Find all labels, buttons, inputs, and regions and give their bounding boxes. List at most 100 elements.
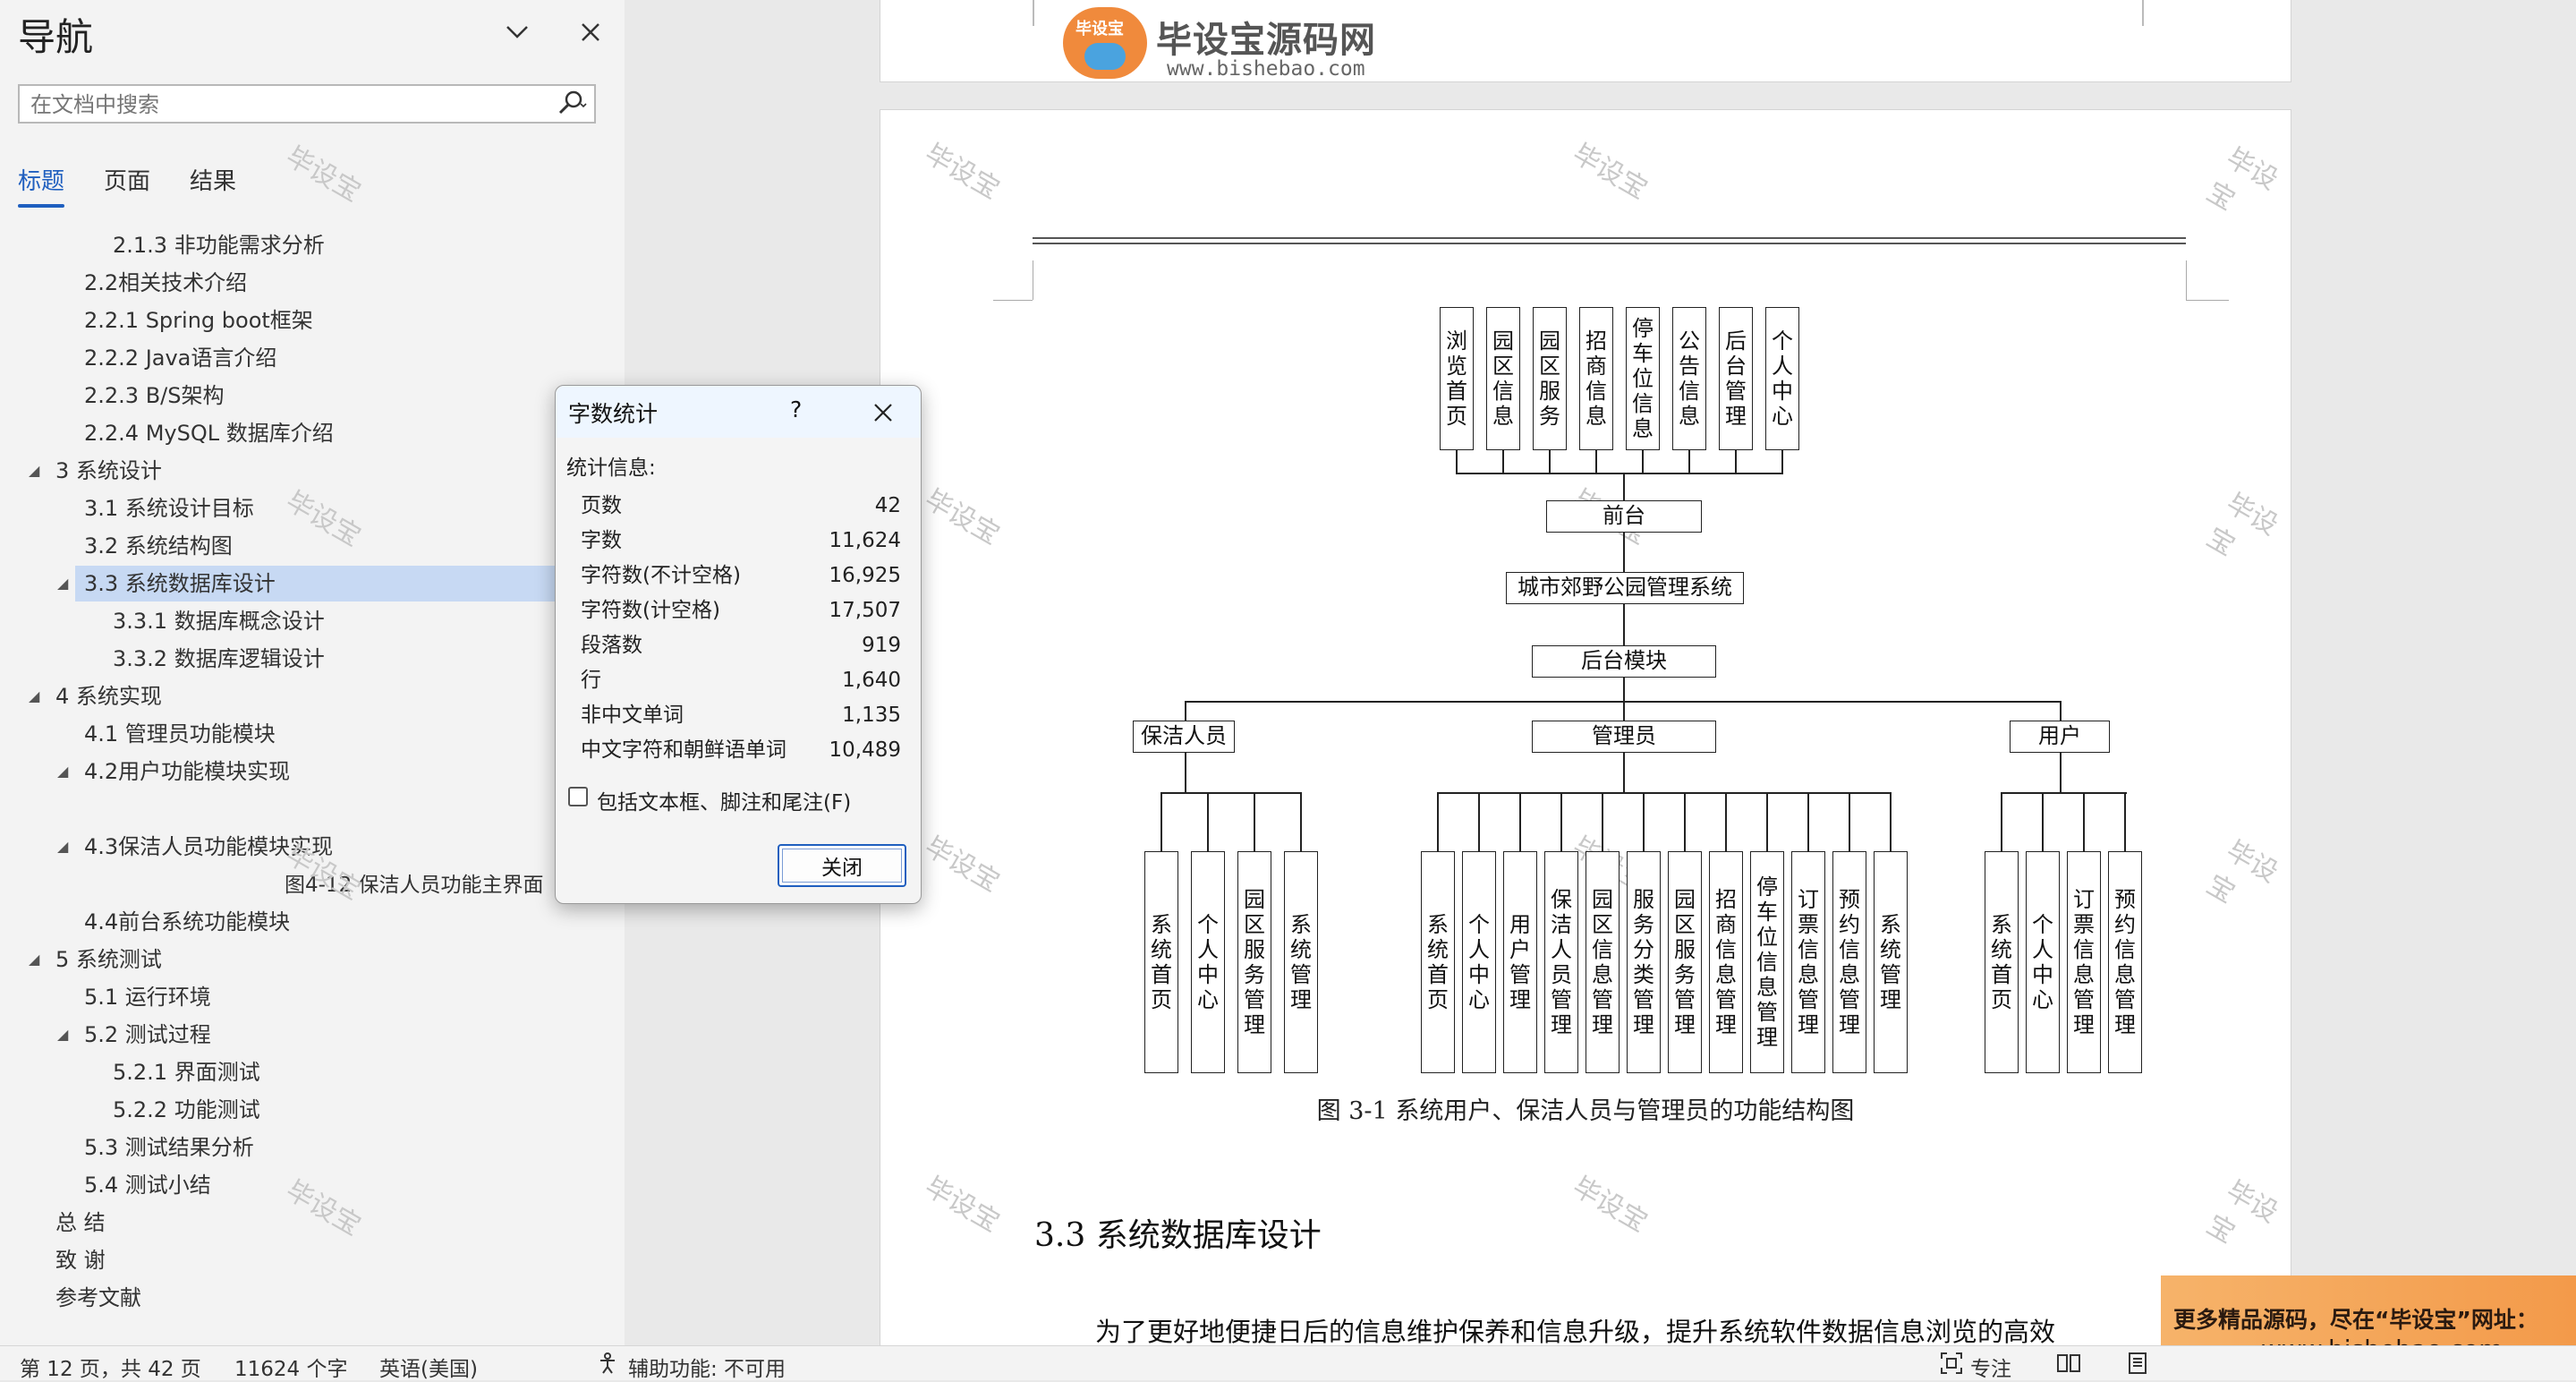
close-button-label: 关闭 (782, 849, 902, 883)
outline-item[interactable]: 2.2相关技术介绍 (84, 265, 247, 301)
page-count[interactable]: 第 12 页，共 42 页 (20, 1352, 201, 1382)
nav-close-icon[interactable] (571, 13, 610, 52)
nav-search-box[interactable] (18, 84, 596, 124)
watermark: 毕设宝 (280, 141, 366, 209)
front-module-box: 个人中心 (1765, 307, 1799, 450)
connector-line (1438, 792, 1891, 794)
outline-item[interactable]: 2.2.3 B/S架构 (84, 378, 224, 414)
word-count[interactable]: 11624 个字 (234, 1352, 347, 1382)
role-box: 保洁人员 (1133, 721, 1235, 753)
outline-item[interactable]: 3.3.2 数据库逻辑设计 (113, 641, 325, 677)
outline-item-label: 4 系统实现 (55, 684, 162, 709)
connector-line (1456, 473, 1783, 474)
read-mode-icon[interactable] (2056, 1352, 2081, 1380)
site-logo: 毕设宝 毕设宝源码网 www.bishebao.com (1063, 7, 1421, 84)
stat-value: 10,489 (829, 738, 901, 762)
outline-item[interactable]: 参考文献 (55, 1280, 141, 1316)
outline-item[interactable]: 2.2.1 Spring boot框架 (84, 303, 313, 338)
outline-item[interactable]: 3 系统设计 (55, 453, 162, 489)
collapse-triangle-icon[interactable]: ◢ (29, 453, 39, 489)
outline-item-label: 2.2.2 Java语言介绍 (84, 346, 277, 371)
accessibility-icon[interactable] (596, 1352, 619, 1380)
stat-value: 919 (862, 634, 901, 657)
connector-line (1623, 678, 1625, 701)
stat-label: 行 (581, 669, 601, 692)
current-page[interactable]: 毕设宝 毕设宝 毕设宝 毕设宝 毕设宝 毕设宝 毕设宝 毕设宝 毕设宝 毕设宝 … (880, 109, 2291, 1345)
section-heading: 3.3 系统数据库设计 (1034, 1217, 1322, 1254)
collapse-triangle-icon[interactable]: ◢ (57, 754, 68, 789)
connector-line (1560, 792, 1562, 851)
word-count-dialog[interactable]: 字数统计 ? 统计信息: 包括文本框、脚注和尾注(F) 关闭 页数 42 字数 11,… (555, 385, 922, 904)
outline-item[interactable]: 3.1 系统设计目标 (84, 491, 254, 526)
collapse-triangle-icon[interactable]: ◢ (29, 678, 39, 714)
watermark: 毕设宝 (280, 1174, 366, 1242)
stat-row: 字数 11,624 (581, 525, 901, 557)
user-function-box: 预约信息管理 (2108, 851, 2142, 1073)
outline-item[interactable]: 4.2用户功能模块实现 (84, 754, 290, 789)
outline-item[interactable]: 5.2.1 界面测试 (113, 1054, 260, 1090)
search-icon[interactable] (557, 88, 587, 124)
cleaner-function-box: 系统首页 (1144, 851, 1178, 1073)
close-button[interactable]: 关闭 (778, 844, 906, 887)
stat-label: 页数 (581, 494, 622, 517)
connector-line (1688, 450, 1690, 473)
outline-item[interactable]: 2.2.4 MySQL 数据库介绍 (84, 415, 334, 451)
tab-results[interactable]: 结果 (190, 163, 236, 196)
stat-value: 11,624 (829, 529, 901, 552)
admin-function-box: 停车位信息管理 (1750, 851, 1784, 1073)
collapse-triangle-icon[interactable]: ◢ (29, 942, 39, 977)
include-footnotes-checkbox[interactable] (568, 787, 588, 806)
outline-item[interactable]: 5 系统测试 (55, 942, 162, 977)
help-button[interactable]: ? (790, 397, 802, 422)
focus-label[interactable]: 专注 (1970, 1352, 2011, 1382)
role-box: 管理员 (1532, 721, 1716, 753)
outline-item-label: 4.2用户功能模块实现 (84, 759, 291, 784)
close-icon[interactable] (865, 395, 901, 431)
include-footnotes-label[interactable]: 包括文本框、脚注和尾注(F) (597, 785, 851, 815)
outline-item[interactable]: 5.3 测试结果分析 (84, 1130, 254, 1165)
language[interactable]: 英语(美国) (379, 1352, 478, 1382)
outline-item[interactable]: 5.4 测试小结 (84, 1167, 211, 1203)
collapse-triangle-icon[interactable]: ◢ (57, 829, 68, 865)
accessibility-status[interactable]: 辅助功能: 不可用 (628, 1352, 786, 1382)
user-function-box: 个人中心 (2026, 851, 2060, 1073)
print-layout-icon[interactable] (2126, 1352, 2149, 1380)
outline-item[interactable]: 3.2 系统结构图 (84, 528, 233, 564)
outline-item[interactable]: 4 系统实现 (55, 678, 162, 714)
stat-value: 16,925 (829, 564, 901, 587)
outline-item[interactable]: 5.2.2 功能测试 (113, 1092, 260, 1128)
nav-search-input[interactable] (29, 86, 533, 124)
outline-item-label: 3 系统设计 (55, 458, 162, 483)
connector-line (1207, 792, 1209, 851)
connector-line (1735, 450, 1737, 473)
connector-line (1502, 450, 1504, 473)
stat-row: 段落数 919 (581, 629, 901, 661)
outline-item[interactable]: 2.1.3 非功能需求分析 (113, 227, 325, 263)
tab-headings[interactable]: 标题 (18, 163, 64, 196)
connector-line (1623, 701, 1625, 721)
stat-label: 字符数(不计空格) (581, 564, 741, 587)
dialog-title-bar[interactable]: 字数统计 ? (556, 386, 921, 438)
outline-item-label: 5.1 运行环境 (84, 985, 211, 1010)
outline-item-label: 4.4前台系统功能模块 (84, 909, 291, 934)
nav-options-chevron-icon[interactable] (497, 13, 537, 52)
tab-pages[interactable]: 页面 (104, 163, 150, 196)
connector-line (1807, 792, 1809, 851)
collapse-triangle-icon[interactable]: ◢ (57, 566, 68, 601)
connector-line (1549, 450, 1551, 473)
outline-item[interactable]: 致 谢 (55, 1242, 106, 1278)
outline-item[interactable]: 4.1 管理员功能模块 (84, 716, 276, 752)
collapse-triangle-icon[interactable]: ◢ (57, 1017, 68, 1053)
outline-item[interactable]: 5.2 测试过程 (84, 1017, 211, 1053)
outline-item[interactable]: 总 结 (55, 1205, 106, 1241)
stat-label: 字符数(计空格) (581, 599, 720, 622)
outline-item[interactable]: 4.4前台系统功能模块 (84, 904, 290, 940)
outline-item[interactable]: 3.3.1 数据库概念设计 (113, 603, 325, 639)
outline-item[interactable]: 5.1 运行环境 (84, 979, 211, 1015)
stat-row: 非中文单词 1,135 (581, 699, 901, 731)
focus-icon[interactable] (1940, 1352, 1963, 1380)
outline-item[interactable]: 3.3 系统数据库设计 (75, 566, 626, 601)
connector-line (1684, 792, 1686, 851)
stat-row: 行 1,640 (581, 664, 901, 696)
outline-item[interactable]: 2.2.2 Java语言介绍 (84, 340, 276, 376)
